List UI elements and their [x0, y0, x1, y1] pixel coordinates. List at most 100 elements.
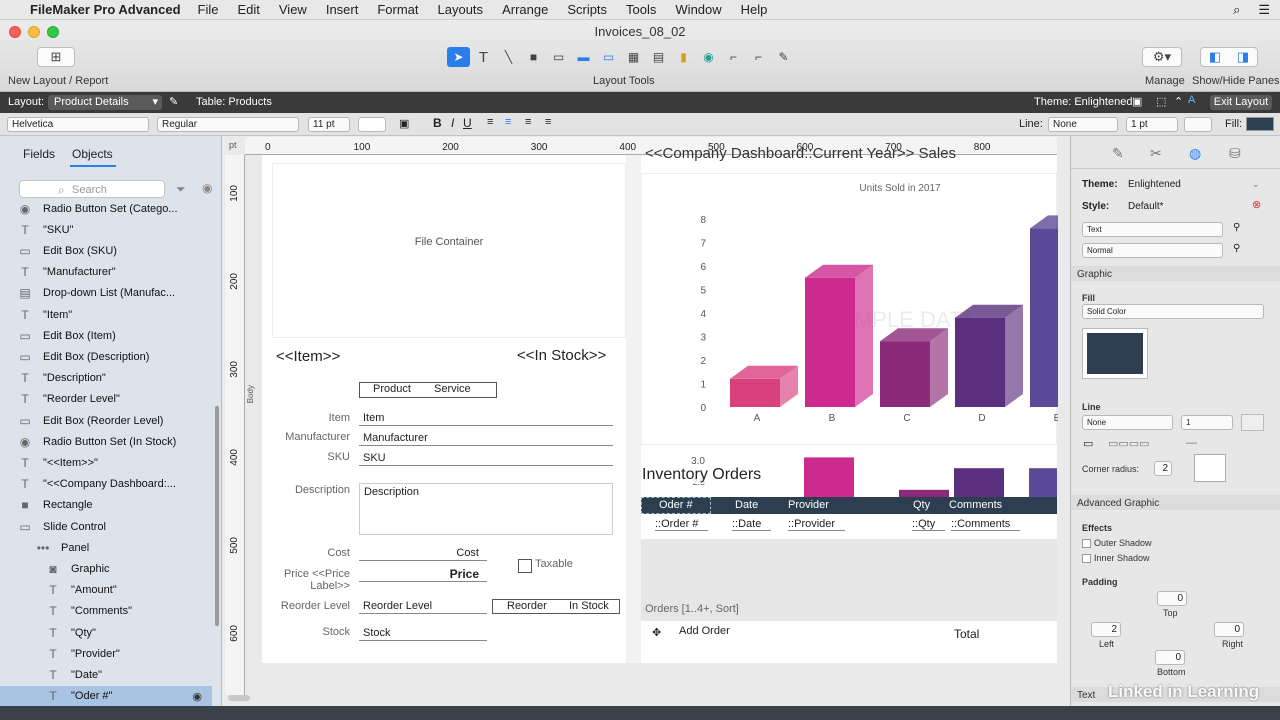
- align-left-icon[interactable]: ≡: [487, 116, 493, 128]
- padding-left-input[interactable]: 2: [1091, 622, 1121, 637]
- manage-button[interactable]: ⚙▾: [1142, 47, 1182, 67]
- file-container[interactable]: File Container: [272, 163, 626, 338]
- chart-tool-icon[interactable]: ▮: [672, 47, 695, 67]
- menu-arrange[interactable]: Arrange: [502, 2, 548, 17]
- object-list-item[interactable]: ◉ Radio Button Set (In Stock): [0, 431, 212, 452]
- portal-field[interactable]: ::Provider: [788, 518, 846, 531]
- font-icon[interactable]: A: [1188, 94, 1195, 106]
- menu-window[interactable]: Window: [675, 2, 721, 17]
- pencil-icon[interactable]: ✎: [169, 95, 178, 108]
- position-tab-icon[interactable]: ✎: [1112, 145, 1124, 162]
- object-list-item[interactable]: ••• Panel: [0, 537, 212, 558]
- line-color-swatch[interactable]: [1184, 117, 1212, 132]
- product-service-radio[interactable]: Product Service: [359, 382, 497, 398]
- new-layout-button[interactable]: ⊞: [37, 47, 75, 67]
- taxable-checkbox[interactable]: [518, 559, 532, 573]
- field-tool-icon[interactable]: ▭: [547, 47, 570, 67]
- object-list-item[interactable]: ▭ Edit Box (SKU): [0, 240, 212, 261]
- padding-right-input[interactable]: 0: [1214, 622, 1244, 637]
- border-all-icon[interactable]: ▭: [1083, 437, 1093, 450]
- add-order-button[interactable]: Add Order: [679, 625, 730, 637]
- spotlight-icon[interactable]: ⌕: [1233, 2, 1240, 18]
- menu-format[interactable]: Format: [377, 2, 418, 17]
- style-changed-icon[interactable]: ⊗: [1252, 198, 1261, 211]
- appearance-tab-icon[interactable]: ◍: [1189, 145, 1201, 162]
- item-merge-field[interactable]: <<Item>>: [276, 348, 340, 365]
- object-list-item[interactable]: T "Description": [0, 368, 212, 389]
- selected-object-outline[interactable]: [641, 497, 711, 514]
- object-list-item[interactable]: T "Reorder Level": [0, 389, 212, 410]
- menu-help[interactable]: Help: [741, 2, 768, 17]
- guide-icon[interactable]: ⬚: [1156, 95, 1166, 108]
- portal-field[interactable]: ::Date: [732, 518, 772, 531]
- line-color-well[interactable]: [1241, 414, 1264, 431]
- align-right-icon[interactable]: ≡: [525, 116, 531, 128]
- object-list-item[interactable]: T "Item": [0, 304, 212, 325]
- menu-view[interactable]: View: [279, 2, 307, 17]
- border-inner-icon[interactable]: —: [1186, 437, 1197, 449]
- menu-edit[interactable]: Edit: [237, 2, 259, 17]
- tab-control-tool-icon[interactable]: ▤: [647, 47, 670, 67]
- button-tool-icon[interactable]: ▬: [572, 47, 595, 67]
- portal-row[interactable]: ::Order #::Date::Provider::Qty::Comments: [641, 514, 1057, 536]
- shape-tool-icon[interactable]: ■: [522, 47, 545, 67]
- object-list-item[interactable]: ▭ Edit Box (Description): [0, 346, 212, 367]
- object-list-item[interactable]: ◙ Graphic: [0, 558, 212, 579]
- object-list-item[interactable]: T "Manufacturer": [0, 262, 212, 283]
- item-field[interactable]: Item: [359, 411, 613, 426]
- italic-icon[interactable]: I: [451, 116, 454, 130]
- object-list-item[interactable]: T "Comments": [0, 601, 212, 622]
- service-option[interactable]: Service: [434, 383, 471, 395]
- outer-shadow-checkbox[interactable]: [1082, 539, 1091, 548]
- stock-field[interactable]: Stock: [359, 626, 487, 641]
- left-pane-icon[interactable]: ◧: [1209, 49, 1221, 65]
- fill-color-well[interactable]: [1082, 328, 1148, 379]
- price-field[interactable]: Price: [359, 567, 487, 582]
- cost-field[interactable]: Cost: [359, 546, 487, 561]
- menu-layouts[interactable]: Layouts: [438, 2, 484, 17]
- layout-dropdown[interactable]: Product Details ▾: [48, 95, 162, 110]
- corner-radius-input[interactable]: 2: [1154, 461, 1172, 476]
- inner-shadow-checkbox[interactable]: [1082, 554, 1091, 563]
- data-tab-icon[interactable]: ⛁: [1229, 145, 1241, 162]
- normal-state-dropdown[interactable]: Normal: [1082, 243, 1223, 258]
- right-pane-icon[interactable]: ◨: [1237, 49, 1249, 65]
- border-sides-icon[interactable]: ▭▭▭▭: [1108, 437, 1150, 450]
- menu-file[interactable]: File: [198, 2, 219, 17]
- in-stock-option[interactable]: In Stock: [569, 600, 609, 612]
- object-list-item[interactable]: ◉ Radio Button Set (Catego...: [0, 198, 212, 219]
- object-list-item[interactable]: ■ Rectangle: [0, 495, 212, 516]
- object-list-item[interactable]: ▭ Edit Box (Item): [0, 325, 212, 346]
- web-viewer-tool-icon[interactable]: ◉: [697, 47, 720, 67]
- object-list-item[interactable]: ▤ Drop-down List (Manufac...: [0, 283, 212, 304]
- slide-control-tool-icon[interactable]: ⌐: [747, 47, 770, 67]
- list-menu-icon[interactable]: ☰: [1258, 2, 1270, 18]
- object-list-item[interactable]: ▭ Slide Control: [0, 516, 212, 537]
- styles-tab-icon[interactable]: ✂: [1150, 145, 1162, 162]
- theme-menu-icon[interactable]: ⌄: [1252, 179, 1260, 190]
- object-list-item[interactable]: T "Date": [0, 664, 212, 685]
- size-dropdown[interactable]: 11 pt: [308, 117, 350, 132]
- format-painter-tool-icon[interactable]: ✎: [772, 47, 795, 67]
- line-width-dropdown[interactable]: 1 pt: [1126, 117, 1178, 132]
- popover-button-tool-icon[interactable]: ⌐: [722, 47, 745, 67]
- text-state-dropdown[interactable]: Text: [1082, 222, 1223, 237]
- line-style-dropdown[interactable]: None: [1048, 117, 1118, 132]
- app-menu[interactable]: FileMaker Pro Advanced: [30, 2, 181, 17]
- menu-insert[interactable]: Insert: [326, 2, 359, 17]
- text-color-swatch[interactable]: [358, 117, 386, 132]
- tab-fields[interactable]: Fields: [23, 147, 55, 161]
- objects-scrollbar[interactable]: [215, 406, 219, 626]
- menu-tools[interactable]: Tools: [626, 2, 656, 17]
- theme-icon[interactable]: ▣: [1132, 95, 1142, 108]
- pointer-tool-icon[interactable]: ➤: [447, 47, 470, 67]
- padding-top-input[interactable]: 0: [1157, 591, 1187, 606]
- line-style-dropdown[interactable]: None: [1082, 415, 1173, 430]
- add-order-icon[interactable]: ✥: [652, 626, 661, 639]
- object-list-item[interactable]: T "SKU": [0, 219, 212, 240]
- search-input[interactable]: ⌕ Search: [19, 180, 165, 198]
- portal-field[interactable]: ::Qty: [912, 518, 946, 531]
- text-tool-icon[interactable]: T: [472, 47, 495, 67]
- panes-toggle[interactable]: ◧ ◨: [1200, 47, 1258, 67]
- manufacturer-dropdown[interactable]: Manufacturer: [359, 431, 613, 446]
